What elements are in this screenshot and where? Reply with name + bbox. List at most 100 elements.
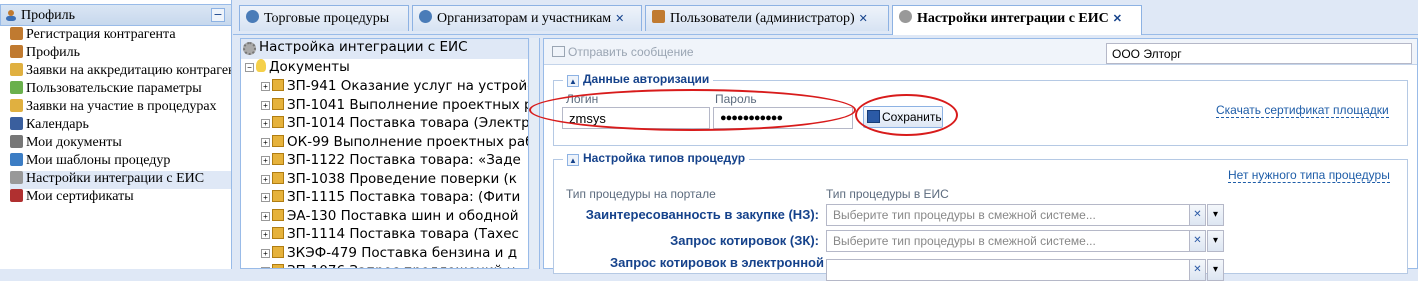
expand-icon[interactable]: + xyxy=(261,100,270,110)
sidebar-item[interactable]: Календарь xyxy=(10,117,231,135)
collapse-icon[interactable]: − xyxy=(245,63,254,72)
tab-label: Торговые процедуры xyxy=(264,11,390,26)
package-icon xyxy=(272,227,284,239)
proc-select-nz[interactable]: Выберите тип процедуры в смежной системе… xyxy=(826,204,1190,226)
chevron-down-icon[interactable]: ▾ xyxy=(1207,204,1224,226)
sidebar-item[interactable]: Настройки интеграции с ЕИС xyxy=(10,171,231,189)
tree-item[interactable]: + ЗП-1122 Поставка товара: «Заде xyxy=(261,152,521,171)
proc-types-legend[interactable]: ▲ Настройка типов процедур xyxy=(563,151,750,166)
expand-icon[interactable]: + xyxy=(261,193,270,202)
tree-item[interactable]: + ЗП-1114 Поставка товара (Тахес xyxy=(261,226,519,245)
clear-icon[interactable]: ✕ xyxy=(1189,204,1206,226)
sidebar-list: Регистрация контрагента Профиль Заявки на … xyxy=(10,27,231,207)
expand-icon[interactable]: + xyxy=(261,82,270,91)
tab-users-admin[interactable]: Пользователи (администратор) ✕ xyxy=(645,5,889,31)
tree-item-label: ОК-99 Выполнение проектных работ xyxy=(287,133,529,150)
clear-icon[interactable]: ✕ xyxy=(1189,230,1206,252)
collapse-icon[interactable]: − xyxy=(211,8,225,22)
tree-scrollbar[interactable] xyxy=(530,38,540,269)
bulb-icon xyxy=(256,59,266,72)
expand-icon[interactable]: + xyxy=(261,156,270,165)
chevron-down-icon[interactable]: ▾ xyxy=(1207,259,1224,281)
package-icon xyxy=(272,190,284,202)
sidebar-item[interactable]: Мои шаблоны процедур xyxy=(10,153,231,171)
expand-icon[interactable]: + xyxy=(261,211,270,221)
expand-icon[interactable]: + xyxy=(261,230,270,239)
tree-root[interactable]: − Документы xyxy=(245,59,350,78)
tab-label: Пользователи (администратор) xyxy=(670,11,855,26)
proc-label-nz: Заинтересованность в закупке (НЗ): xyxy=(585,207,819,222)
organization-field[interactable]: ООО Элторг xyxy=(1106,43,1412,64)
collapse-icon[interactable]: ▲ xyxy=(567,154,579,166)
highlight-ellipse-credentials xyxy=(529,89,856,131)
sidebar-item[interactable]: Мои документы xyxy=(10,135,231,153)
tree-item-label: ЗП-1076 Запрос предложений н xyxy=(287,263,516,268)
download-certificate-link[interactable]: Скачать сертификат площадки xyxy=(1216,103,1389,118)
missing-type-link[interactable]: Нет нужного типа процедуры xyxy=(1228,168,1390,183)
sidebar-item[interactable]: Заявки на участие в процедурах xyxy=(10,99,231,117)
info-icon xyxy=(419,10,432,23)
tab-eis-settings[interactable]: Настройки интеграции с ЕИС ✕ xyxy=(892,5,1142,35)
collapse-icon[interactable]: ▲ xyxy=(567,75,579,87)
col-eis-header: Тип процедуры в ЕИС xyxy=(826,187,949,201)
tree-item[interactable]: + ЗП-1038 Проведение поверки (к xyxy=(261,171,517,190)
toolbar: Отправить сообщение ООО Элторг xyxy=(544,39,1417,65)
tree-item[interactable]: + ОК-99 Выполнение проектных работ xyxy=(261,133,529,153)
list-icon xyxy=(10,99,23,112)
package-icon xyxy=(272,171,284,184)
close-icon[interactable]: ✕ xyxy=(859,13,868,25)
chevron-down-icon[interactable]: ▾ xyxy=(1207,230,1224,252)
sidebar-item-label: Настройки интеграции с ЕИС xyxy=(26,171,205,186)
package-icon xyxy=(272,79,284,91)
tree-item-label: ЗП-1114 Поставка товара (Тахес xyxy=(287,226,519,242)
sidebar-item[interactable]: Регистрация контрагента xyxy=(10,27,231,45)
tree-item[interactable]: + ЗКЭФ-479 Поставка бензина и д xyxy=(261,245,517,264)
proc-label-zk-electronic: Запрос котировок в электронной xyxy=(609,255,824,270)
auth-legend[interactable]: ▲ Данные авторизации xyxy=(563,72,714,87)
tree-item-label: ЗП-1014 Поставка товара (Электро xyxy=(287,115,529,131)
gear-icon xyxy=(10,171,23,184)
envelope-icon xyxy=(552,46,565,57)
tree-header[interactable]: Настройка интеграции с ЕИС xyxy=(241,39,528,59)
tree-item-label: ЗКЭФ-479 Поставка бензина и д xyxy=(287,244,518,261)
tab-organizers[interactable]: Организаторам и участникам ✕ xyxy=(412,5,642,31)
tree-root-label: Документы xyxy=(269,59,350,75)
expand-icon[interactable]: + xyxy=(261,174,270,184)
send-message-button[interactable]: Отправить сообщение xyxy=(552,45,694,59)
expand-icon[interactable]: + xyxy=(261,248,270,258)
tree-item-label: ЗП-1122 Поставка товара: «Заде xyxy=(287,152,521,168)
close-icon[interactable]: ✕ xyxy=(615,13,624,25)
calendar-icon xyxy=(10,117,23,130)
close-icon[interactable]: ✕ xyxy=(1113,13,1122,25)
certificate-icon xyxy=(10,189,23,202)
expand-icon[interactable]: + xyxy=(261,119,270,128)
proc-select-zk[interactable]: Выберите тип процедуры в смежной системе… xyxy=(826,230,1190,252)
tree-item-label: ЗП-1115 Поставка товара: (Фити xyxy=(287,189,521,205)
user-icon xyxy=(10,27,23,40)
tree-item[interactable]: + ЗП-1115 Поставка товара: (Фити xyxy=(261,189,520,208)
tree-item[interactable]: + ЗП-941 Оказание услуг на устройство xyxy=(261,78,528,97)
proc-select-zk-electronic[interactable] xyxy=(826,259,1190,281)
sidebar-item[interactable]: Пользовательские параметры xyxy=(10,81,231,99)
highlight-ellipse-save xyxy=(855,94,958,136)
package-icon xyxy=(272,134,284,147)
tab-trade-procedures[interactable]: Торговые процедуры xyxy=(239,5,409,31)
sidebar-item[interactable]: Заявки на аккредитацию контрагентов xyxy=(10,63,231,81)
tree-item[interactable]: + ЭА-130 Поставка шин и ободной xyxy=(261,208,519,227)
tree-item[interactable]: + ЗП-1014 Поставка товара (Электро xyxy=(261,115,529,134)
package-icon xyxy=(272,245,284,258)
sidebar-item-label: Профиль xyxy=(26,45,81,60)
tree-item-label: ЗП-1041 Выполнение проектных работ xyxy=(287,96,528,113)
expand-icon[interactable]: + xyxy=(261,137,270,147)
sidebar-header[interactable]: Профиль − xyxy=(0,4,232,26)
sidebar-item-label: Календарь xyxy=(26,117,89,132)
sidebar-item[interactable]: Мои сертификаты xyxy=(10,189,231,207)
tree-item[interactable]: + ЗП-1041 Выполнение проектных работ xyxy=(261,96,528,116)
sidebar-item-label: Пользовательские параметры xyxy=(26,81,202,96)
pencil-icon xyxy=(10,135,23,148)
tree-item[interactable]: +ЗП-1076 Запрос предложений н xyxy=(261,263,516,268)
auth-legend-label: Данные авторизации xyxy=(583,72,710,86)
clear-icon[interactable]: ✕ xyxy=(1189,259,1206,281)
user-icon xyxy=(10,45,23,58)
sidebar-item[interactable]: Профиль xyxy=(10,45,231,63)
